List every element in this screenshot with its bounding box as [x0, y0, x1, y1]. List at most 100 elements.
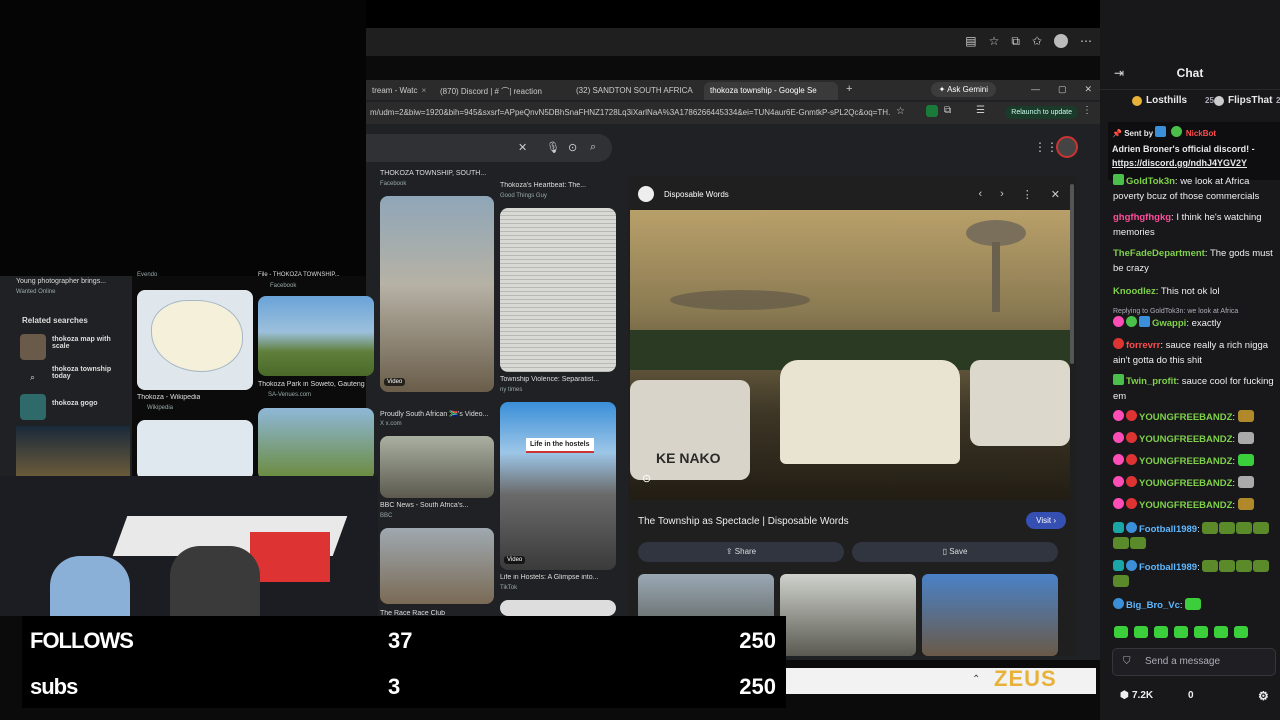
profile-avatar[interactable]	[1054, 34, 1068, 48]
emote-icon[interactable]	[1134, 626, 1148, 638]
result-caption[interactable]: Life in Hostels: A Glimpse into...	[500, 574, 598, 581]
map-image[interactable]	[137, 420, 253, 480]
result-image[interactable]	[258, 408, 374, 480]
mic-icon[interactable]: 🎙	[546, 141, 560, 154]
visit-button[interactable]: Visit ›	[1026, 512, 1066, 529]
result-image[interactable]	[500, 208, 616, 372]
result-caption[interactable]: BBC News - South Africa's...	[380, 502, 468, 509]
result-caption[interactable]: Thokoza Park in Soweto, Gauteng	[258, 381, 365, 388]
close-icon[interactable]: ×	[421, 86, 426, 95]
gifter-name[interactable]: FlipsThat	[1228, 95, 1272, 106]
result-caption[interactable]: Young photographer brings...	[16, 278, 106, 285]
ask-gemini-button[interactable]: ✦ Ask Gemini	[930, 82, 996, 97]
result-image[interactable]	[380, 436, 494, 498]
related-item[interactable]: thokoza township today	[52, 366, 128, 380]
relaunch-button[interactable]: Relaunch to update	[1005, 106, 1078, 119]
emote-icon[interactable]	[1234, 626, 1248, 638]
tab-discord[interactable]: (870) Discord | # ⌒| reaction	[434, 82, 556, 100]
emote-icon[interactable]	[1154, 626, 1168, 638]
close-icon[interactable]: ✕	[1051, 188, 1060, 201]
star-icon[interactable]: ☆	[989, 34, 1000, 49]
result-caption[interactable]: Township Violence: Separatist...	[500, 376, 599, 383]
result-image[interactable]	[258, 296, 374, 376]
star-icon[interactable]: ☆	[896, 106, 905, 117]
close-icon[interactable]: ✕	[1084, 84, 1092, 95]
chat-username[interactable]: TheFadeDepartment	[1113, 248, 1205, 259]
reader-icon[interactable]: ▤	[965, 34, 976, 49]
chat-username[interactable]: Knoodlez	[1113, 286, 1156, 297]
chat-username[interactable]: YOUNGFREEBANDZ	[1139, 412, 1232, 423]
result-caption[interactable]: Proudly South African 🇿🇦's Video...	[380, 410, 488, 418]
save-button[interactable]: ▯ Save	[852, 542, 1058, 562]
emote-icon[interactable]	[1194, 626, 1208, 638]
extension-icon[interactable]	[926, 105, 938, 117]
menu-icon[interactable]: ☰	[976, 105, 985, 116]
result-caption[interactable]: THOKOZA TOWNSHIP, SOUTH...	[380, 170, 486, 177]
result-caption[interactable]: Thokoza - Wikipedia	[137, 394, 200, 401]
shield-icon[interactable]: ⛉	[1123, 656, 1131, 667]
chat-username[interactable]: GoldTok3n	[1126, 176, 1175, 187]
emote-icon[interactable]	[1214, 626, 1228, 638]
more-icon[interactable]: ⋮	[1082, 105, 1092, 116]
result-image[interactable]	[500, 600, 616, 616]
chat-username[interactable]: YOUNGFREEBANDZ	[1139, 456, 1232, 467]
map-image[interactable]	[137, 290, 253, 390]
more-icon[interactable]: ⋮	[1022, 188, 1033, 201]
related-item[interactable]: thokoza gogo	[52, 400, 98, 407]
tab-youtube[interactable]: (32) SANDTON SOUTH AFRICA	[570, 82, 700, 100]
prev-icon[interactable]: ‹	[978, 188, 982, 201]
chat-username[interactable]: Big_Bro_Vc	[1126, 600, 1180, 611]
result-caption[interactable]: File - THOKOZA TOWNSHIP...	[258, 272, 340, 278]
tab-google-search[interactable]: thokoza township - Google Se	[704, 82, 838, 100]
chat-username[interactable]: YOUNGFREEBANDZ	[1139, 434, 1232, 445]
related-thumb[interactable]	[20, 334, 46, 360]
chat-username[interactable]: YOUNGFREEBANDZ	[1139, 478, 1232, 489]
result-photo[interactable]: KE NAKO ⊙	[630, 210, 1070, 500]
search-input[interactable]: ✕ 🎙 ⊙ ⌕	[366, 134, 612, 162]
tab-stream[interactable]: tream - Watc ×	[366, 82, 426, 100]
lens-icon[interactable]: ⊙	[568, 141, 577, 154]
emote-icon[interactable]	[1174, 626, 1188, 638]
result-image[interactable]	[16, 426, 130, 476]
result-image[interactable]: Life in the hostels Video	[500, 402, 616, 570]
search-icon[interactable]: ⌕	[590, 141, 596, 154]
site-name[interactable]: Disposable Words	[664, 190, 729, 199]
favorites-icon[interactable]: ✩	[1032, 34, 1042, 49]
bot-name[interactable]: NickBot	[1186, 129, 1216, 138]
channel-points[interactable]: 7.2K	[1132, 690, 1153, 701]
related-thumb[interactable]	[20, 394, 46, 420]
chat-username[interactable]: Twin_profit	[1126, 376, 1176, 387]
gear-icon[interactable]: ⚙	[1258, 689, 1269, 703]
maximize-icon[interactable]: ▢	[1058, 84, 1067, 95]
more-icon[interactable]: ⋯	[1080, 34, 1092, 49]
extension-icon[interactable]: ⧉	[1011, 34, 1020, 49]
clear-icon[interactable]: ✕	[518, 141, 527, 154]
pinned-link[interactable]: https://discord.gg/ndhJ4YGV2Y	[1112, 158, 1247, 168]
chat-username[interactable]: YOUNGFREEBANDZ	[1139, 500, 1232, 511]
chat-username[interactable]: ghgfhgfhgkg	[1113, 212, 1171, 223]
related-image[interactable]	[780, 574, 916, 656]
chat-username[interactable]: forrevrr	[1126, 340, 1160, 351]
related-item[interactable]: thokoza map with scale	[52, 336, 128, 350]
result-image[interactable]	[380, 528, 494, 604]
next-icon[interactable]: ›	[1000, 188, 1004, 201]
chat-send-input[interactable]: ⛉ Send a message	[1112, 648, 1276, 676]
related-image[interactable]	[922, 574, 1058, 656]
address-bar[interactable]: m/udm=2&biw=1920&bih=945&sxsrf=APpeQnvN5…	[366, 102, 1100, 124]
new-tab-icon[interactable]: +	[846, 83, 852, 95]
share-button[interactable]: ⇪ Share	[638, 542, 844, 562]
gifter-name[interactable]: Losthills	[1146, 95, 1187, 106]
points-icon[interactable]: ⬢	[1120, 690, 1129, 701]
puzzle-icon[interactable]: ⧉	[944, 105, 951, 116]
result-title[interactable]: The Township as Spectacle | Disposable W…	[638, 516, 849, 527]
chat-username[interactable]: Football1989	[1139, 562, 1197, 573]
emote-icon[interactable]	[1114, 626, 1128, 638]
result-image[interactable]: Video	[380, 196, 494, 392]
chat-username[interactable]: Football1989	[1139, 524, 1197, 535]
chat-username[interactable]: Gwappi	[1152, 318, 1186, 329]
minimize-icon[interactable]: —	[1031, 84, 1040, 95]
result-caption[interactable]: Thokoza's Heartbeat: The...	[500, 182, 586, 189]
avatar[interactable]	[1056, 136, 1078, 158]
chevron-up-icon[interactable]: ⌃	[972, 674, 980, 685]
scrollbar[interactable]	[1070, 184, 1074, 364]
